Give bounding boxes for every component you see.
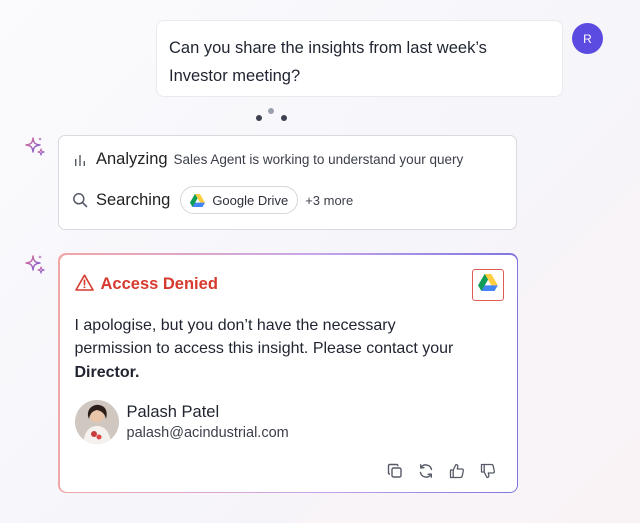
warning-icon bbox=[74, 273, 94, 296]
agent-status-card: Analyzing Sales Agent is working to unde… bbox=[58, 135, 517, 230]
contact-name: Palash Patel bbox=[126, 402, 220, 421]
source-chip-label: Google Drive bbox=[212, 192, 289, 208]
thumbs-up-icon[interactable] bbox=[448, 462, 466, 480]
access-denied-message: I apologise, but you don’t have the nece… bbox=[75, 314, 455, 385]
more-sources-link[interactable]: +3 more bbox=[305, 193, 353, 208]
google-drive-icon bbox=[190, 193, 206, 207]
ai-sparkle-icon bbox=[23, 253, 47, 277]
access-denied-header: Access Denied bbox=[74, 273, 218, 296]
user-avatar-initial: R bbox=[583, 31, 592, 46]
user-message-bubble: Can you share the insights from last wee… bbox=[156, 20, 563, 97]
typing-dot bbox=[268, 108, 274, 114]
search-icon bbox=[71, 191, 89, 209]
bar-chart-icon bbox=[71, 151, 89, 169]
typing-indicator bbox=[253, 108, 293, 124]
google-drive-icon bbox=[477, 273, 498, 296]
searching-title: Searching bbox=[96, 190, 171, 209]
user-message-text: Can you share the insights from last wee… bbox=[169, 39, 487, 85]
typing-dot bbox=[281, 115, 287, 121]
thumbs-down-icon[interactable] bbox=[479, 462, 497, 480]
contact-avatar bbox=[74, 399, 119, 444]
access-denied-card: Access Denied I apologise, but you don’t… bbox=[58, 253, 518, 493]
analyzing-description: Sales Agent is working to understand you… bbox=[173, 152, 464, 167]
access-denied-message-text: I apologise, but you don’t have the nece… bbox=[74, 316, 454, 358]
typing-dot bbox=[256, 115, 262, 121]
user-avatar[interactable]: R bbox=[572, 23, 603, 54]
ai-sparkle-icon bbox=[23, 135, 47, 159]
access-denied-title: Access Denied bbox=[100, 275, 218, 293]
copy-icon[interactable] bbox=[386, 462, 404, 480]
searching-row: Searching Google Drive +3 more bbox=[71, 186, 353, 214]
analyzing-title: Analyzing bbox=[96, 150, 168, 168]
access-denied-role: Director. bbox=[74, 363, 140, 381]
google-drive-source-button[interactable] bbox=[471, 268, 504, 301]
contact-email[interactable]: palash@acindustrial.com bbox=[127, 423, 289, 443]
contact-person[interactable]: Palash Patel palash@acindustrial.com bbox=[74, 399, 289, 444]
regenerate-icon[interactable] bbox=[417, 462, 435, 480]
message-actions bbox=[386, 462, 510, 480]
google-drive-source-chip[interactable]: Google Drive bbox=[180, 186, 299, 214]
analyzing-row: Analyzing Sales Agent is working to unde… bbox=[71, 150, 463, 169]
